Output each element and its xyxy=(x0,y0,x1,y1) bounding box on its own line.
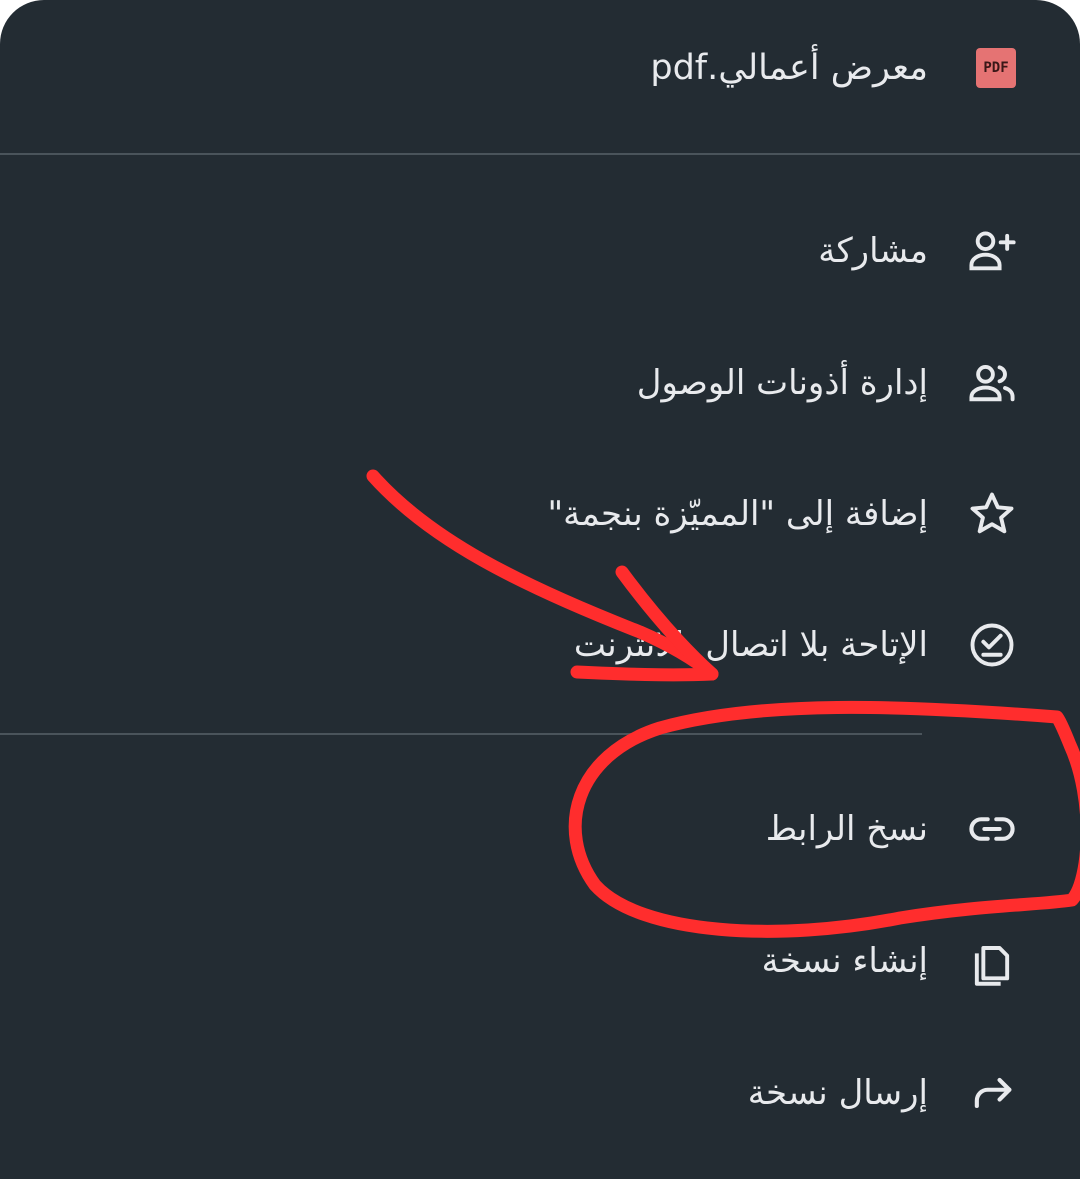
menu-item-label: إرسال نسخة xyxy=(747,1073,928,1113)
forward-icon xyxy=(966,1067,1018,1119)
star-icon xyxy=(966,488,1018,540)
copy-icon xyxy=(966,935,1018,987)
offline-check-icon xyxy=(966,619,1018,671)
file-header: معرض أعمالي.pdf PDF xyxy=(0,3,1080,133)
menu-item-label: إنشاء نسخة xyxy=(761,941,928,981)
divider xyxy=(0,733,922,735)
menu-item-manage-access[interactable]: إدارة أذونات الوصول xyxy=(0,318,1080,448)
pdf-badge-text: PDF xyxy=(983,60,1009,76)
menu-item-make-copy[interactable]: إنشاء نسخة xyxy=(0,896,1080,1026)
menu-item-label: نسخ الرابط xyxy=(765,809,928,849)
pdf-file-icon: PDF xyxy=(976,48,1016,88)
bottom-sheet-menu: معرض أعمالي.pdf PDF مشاركة إدارة أذونات … xyxy=(0,0,1080,1179)
menu-item-copy-link[interactable]: نسخ الرابط xyxy=(0,764,1080,894)
menu-item-label: الإتاحة بلا اتصال بالانترنت xyxy=(573,625,928,665)
menu-item-available-offline[interactable]: الإتاحة بلا اتصال بالانترنت xyxy=(0,580,1080,710)
file-name: معرض أعمالي.pdf xyxy=(650,48,928,88)
menu-item-send-copy[interactable]: إرسال نسخة xyxy=(0,1028,1080,1158)
menu-item-label: إضافة إلى "المميّزة بنجمة" xyxy=(547,494,928,534)
menu-item-label: إدارة أذونات الوصول xyxy=(636,363,928,403)
menu-item-add-to-starred[interactable]: إضافة إلى "المميّزة بنجمة" xyxy=(0,449,1080,579)
menu-item-share[interactable]: مشاركة xyxy=(0,186,1080,316)
people-icon xyxy=(966,357,1018,409)
link-icon xyxy=(966,803,1018,855)
menu-item-label: مشاركة xyxy=(818,231,928,271)
divider xyxy=(0,153,1080,155)
person-add-icon xyxy=(966,225,1018,277)
